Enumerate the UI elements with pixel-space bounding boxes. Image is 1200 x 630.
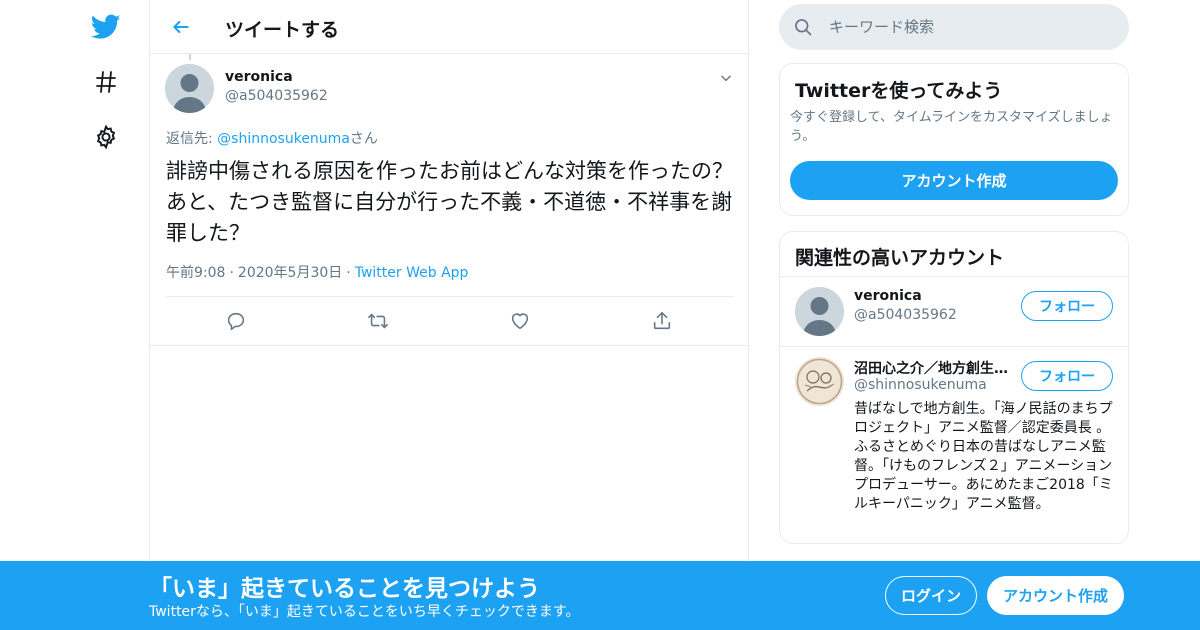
reply-prefix: 返信先: <box>166 131 218 147</box>
tweet-source-link[interactable]: Twitter Web App <box>355 265 469 281</box>
arrow-left-icon[interactable] <box>166 12 196 42</box>
avatar[interactable] <box>795 357 844 406</box>
related-account-bio: 昔ばなしで地方創生。「海ノ民話のまちプロジェクト」アニメ監督／認定委員長 。ふる… <box>854 401 1113 512</box>
signup-card-title: Twitterを使ってみよう <box>795 80 1003 102</box>
hashtag-icon[interactable] <box>86 62 126 102</box>
thread-line <box>189 54 191 60</box>
search-icon <box>793 17 813 37</box>
related-card-title: 関連性の高いアカウント <box>795 247 1005 269</box>
chevron-down-icon[interactable] <box>716 68 736 88</box>
author-handle[interactable]: @a504035962 <box>225 88 328 104</box>
signup-button[interactable]: アカウント作成 <box>987 576 1124 615</box>
avatar[interactable] <box>165 64 214 113</box>
tweet-date[interactable]: 2020年5月30日 <box>238 265 342 281</box>
signup-banner: 「いま」起きていることを見つけよう Twitterなら、「いま」起きていることを… <box>0 561 1200 630</box>
divider <box>780 346 1128 347</box>
login-button[interactable]: ログイン <box>885 576 977 615</box>
divider <box>166 296 734 297</box>
tweet-meta: 午前9:08 · 2020年5月30日 · Twitter Web App <box>166 262 468 282</box>
related-account-name[interactable]: 沼田心之介／地方創生アニメ監督 <box>854 358 1009 378</box>
avatar[interactable] <box>795 287 844 336</box>
related-account-name[interactable]: veronica <box>854 288 1009 304</box>
tweet-time[interactable]: 午前9:08 <box>166 265 225 281</box>
create-account-button[interactable]: アカウント作成 <box>790 161 1118 200</box>
follow-button[interactable]: フォロー <box>1021 291 1113 321</box>
search-bar[interactable] <box>779 4 1129 50</box>
reply-suffix: さん <box>349 131 378 147</box>
follow-button[interactable]: フォロー <box>1021 361 1113 391</box>
left-nav <box>0 0 150 630</box>
search-input[interactable] <box>829 4 1109 50</box>
share-icon[interactable] <box>649 308 675 334</box>
tweet-text: 誹謗中傷される原因を作ったお前はどんな対策を作ったの？あと、たつき監督に自分が行… <box>166 159 733 245</box>
page-title: ツイートする <box>225 19 340 41</box>
signup-card-subtitle: 今すぐ登録して、タイムラインをカスタマイズしましょう。 <box>790 110 1113 144</box>
tweet-column: ツイートする veronica @a504035962 返信先: @shinno… <box>149 0 749 630</box>
banner-title: 「いま」起きていることを見つけよう <box>149 576 540 602</box>
reply-mention-link[interactable]: @shinnosukenuma <box>217 131 350 147</box>
related-account-handle[interactable]: @shinnosukenuma <box>854 377 987 393</box>
twitter-bird-icon[interactable] <box>86 7 126 47</box>
gear-icon[interactable] <box>86 117 126 157</box>
divider <box>780 276 1128 277</box>
meta-separator: · <box>346 265 351 281</box>
retweet-icon[interactable] <box>365 308 391 334</box>
related-account-handle[interactable]: @a504035962 <box>854 307 957 323</box>
divider <box>150 345 748 346</box>
reply-icon[interactable] <box>223 308 249 334</box>
related-accounts-card: 関連性の高いアカウント veronica @a504035962 フォロー 沼田… <box>779 231 1129 544</box>
meta-separator: · <box>229 265 234 281</box>
like-icon[interactable] <box>507 308 533 334</box>
signup-card: Twitterを使ってみよう 今すぐ登録して、タイムラインをカスタマイズしましょ… <box>779 63 1129 216</box>
banner-subtitle: Twitterなら、「いま」起きていることをいち早くチェックできます。 <box>149 604 580 620</box>
reply-context: 返信先: @shinnosukenumaさん <box>166 128 378 148</box>
author-name[interactable]: veronica <box>225 69 293 85</box>
column-header: ツイートする <box>150 0 748 54</box>
